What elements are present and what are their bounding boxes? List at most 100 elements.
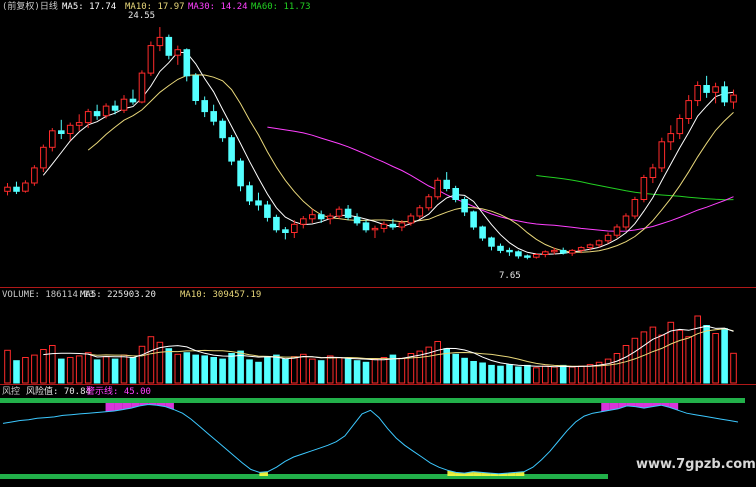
volume-bar bbox=[515, 366, 522, 384]
candle-body bbox=[488, 237, 495, 247]
candle-body bbox=[685, 100, 693, 119]
candle-body bbox=[13, 186, 20, 192]
volume-bar bbox=[640, 331, 648, 384]
volume-bar bbox=[183, 352, 191, 384]
candle bbox=[264, 200, 271, 222]
candle bbox=[506, 247, 513, 256]
volume-bar bbox=[84, 352, 92, 384]
candle-body bbox=[165, 36, 173, 56]
price-ma5-line bbox=[42, 51, 734, 255]
candle bbox=[712, 82, 719, 104]
risk-legend-risk: 风险值: 70.84 bbox=[26, 385, 91, 397]
candle-body bbox=[407, 215, 415, 224]
candle-body bbox=[326, 215, 334, 220]
candle bbox=[721, 81, 728, 107]
stock-chart-canvas[interactable]: (前复权)日线 MA5: 17.74 MA10: 17.97 MA30: 14.… bbox=[0, 0, 756, 487]
volume-legend-ma10: MA10: 309457.19 bbox=[180, 290, 261, 300]
candle bbox=[102, 103, 110, 119]
candle bbox=[371, 225, 379, 239]
candle bbox=[542, 250, 549, 258]
candle bbox=[156, 27, 164, 52]
candle bbox=[120, 95, 128, 113]
volume-bar bbox=[138, 345, 146, 384]
candle-body bbox=[291, 223, 298, 234]
candle bbox=[192, 73, 199, 105]
volume-bar bbox=[559, 364, 567, 384]
volume-bar bbox=[309, 358, 316, 384]
volume-bar bbox=[255, 361, 262, 384]
candle-body bbox=[434, 179, 441, 198]
candle bbox=[470, 210, 477, 230]
candle bbox=[497, 243, 504, 254]
volume-bar bbox=[712, 333, 719, 384]
candle bbox=[174, 45, 182, 65]
candle-body bbox=[264, 204, 271, 218]
candle bbox=[22, 180, 29, 193]
price-legend: (前复权)日线 MA5: 17.74 MA10: 17.97 MA30: 14.… bbox=[2, 0, 311, 12]
candle bbox=[353, 213, 361, 226]
price-legend-prefix: (前复权)日线 bbox=[2, 0, 58, 12]
candle bbox=[622, 213, 630, 230]
candle-body bbox=[192, 75, 199, 102]
volume-bar bbox=[228, 353, 235, 384]
candle bbox=[138, 70, 146, 104]
volume-bar bbox=[93, 359, 101, 384]
candle bbox=[524, 254, 531, 260]
candle-body bbox=[622, 215, 630, 228]
candle bbox=[13, 181, 20, 195]
volume-bar bbox=[461, 357, 468, 384]
price-ma10-line bbox=[87, 74, 734, 253]
volume-bar bbox=[210, 357, 217, 384]
volume-bar bbox=[371, 358, 379, 384]
candle bbox=[344, 205, 352, 221]
candle-body bbox=[425, 196, 433, 209]
candle-body bbox=[344, 208, 352, 218]
volume-bar bbox=[344, 358, 352, 384]
candle-body bbox=[712, 86, 719, 93]
volume-bar bbox=[192, 354, 199, 384]
volume-bar bbox=[434, 341, 441, 384]
candle-body bbox=[255, 200, 262, 206]
volume-bar bbox=[273, 354, 280, 384]
candle-body bbox=[703, 85, 710, 93]
candle-body bbox=[40, 146, 47, 169]
volume-bar bbox=[111, 358, 119, 384]
candle bbox=[667, 125, 675, 151]
candle bbox=[515, 250, 522, 259]
candle-body bbox=[201, 100, 208, 113]
candle-body bbox=[640, 177, 648, 200]
candle bbox=[631, 196, 639, 219]
volume-bar bbox=[31, 354, 38, 384]
candle-body bbox=[595, 240, 603, 246]
candle-body bbox=[613, 226, 621, 236]
candle-body bbox=[353, 216, 361, 224]
volume-bar bbox=[66, 357, 74, 384]
candle bbox=[84, 108, 92, 129]
candle-body bbox=[147, 45, 155, 74]
candle-body bbox=[559, 249, 567, 254]
volume-bar bbox=[147, 336, 155, 384]
candle-body bbox=[533, 254, 540, 258]
candle-body bbox=[129, 98, 137, 103]
volume-bar bbox=[586, 364, 594, 384]
candle-body bbox=[138, 72, 146, 103]
price-legend-ma30: MA30: 14.24 bbox=[188, 2, 248, 12]
candle bbox=[255, 192, 262, 211]
volume-bar bbox=[524, 364, 531, 384]
candle bbox=[309, 209, 316, 223]
volume-bar bbox=[542, 365, 549, 384]
candle-body bbox=[694, 85, 702, 102]
candle-body bbox=[317, 214, 325, 220]
candle bbox=[380, 221, 388, 233]
candle-body bbox=[604, 234, 612, 242]
candle bbox=[31, 165, 38, 186]
volume-bar bbox=[335, 357, 343, 384]
candle-body bbox=[658, 141, 666, 169]
candle bbox=[425, 194, 433, 211]
volume-bar bbox=[658, 334, 666, 384]
volume-bar bbox=[380, 357, 388, 384]
candle bbox=[93, 104, 101, 120]
candle-body bbox=[479, 226, 486, 239]
volume-bar bbox=[129, 357, 137, 384]
candle bbox=[335, 206, 343, 219]
